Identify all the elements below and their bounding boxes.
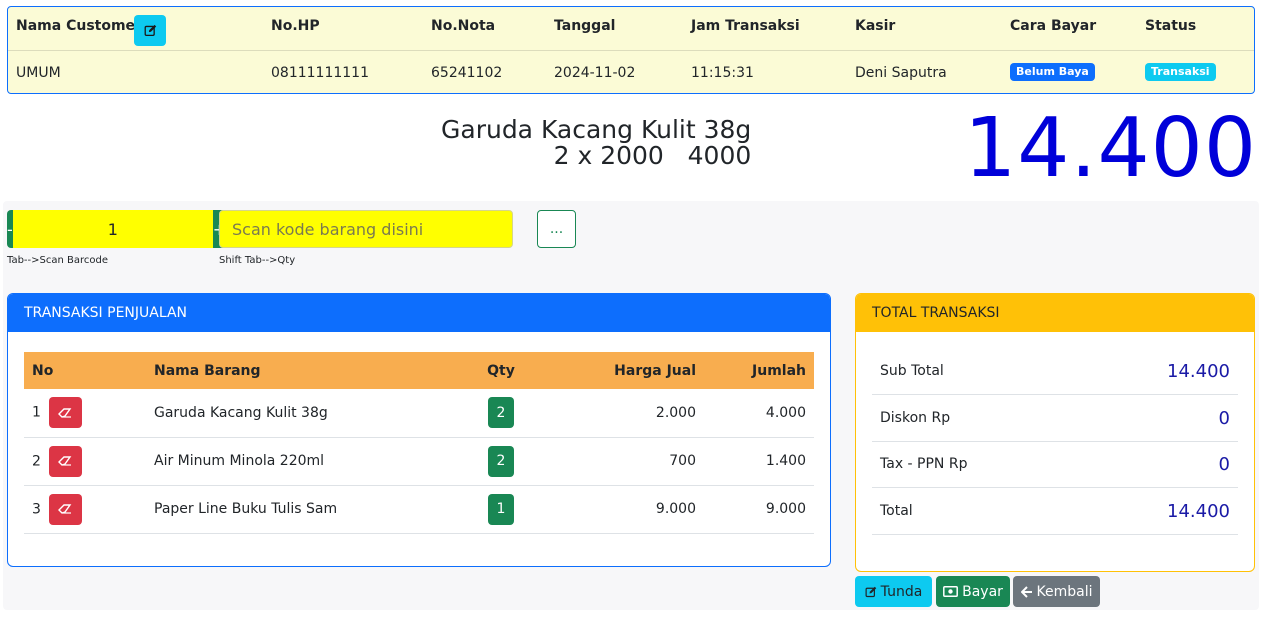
scan-hint: Shift Tab-->Qty: [219, 255, 296, 266]
col-jam: Jam Transaksi: [691, 18, 800, 34]
edit-customer-button[interactable]: [134, 15, 166, 46]
row-no-cell: 2: [24, 437, 146, 486]
item-price: 2.000: [536, 389, 704, 438]
row-no-cell: 3: [24, 485, 146, 534]
jam-value: 11:15:31: [691, 65, 754, 81]
items-table: No Nama Barang Qty Harga Jual Jumlah 1 G…: [24, 352, 814, 534]
subtotal-value: 14.400: [1167, 360, 1230, 382]
col-cara-bayar: Cara Bayar: [1010, 18, 1097, 34]
col-nota: No.Nota: [431, 18, 496, 34]
qty-cell: 2: [466, 437, 536, 486]
customer-value: UMUM: [16, 65, 61, 81]
last-item-display: Garuda Kacang Kulit 38g 2 x 2000 4000: [441, 117, 751, 169]
quantity-stepper: - +: [7, 210, 227, 248]
money-bill-icon: [943, 586, 959, 597]
total-row: Total 14.400: [872, 488, 1238, 535]
col-jumlah: Jumlah: [704, 352, 814, 389]
item-name: Air Minum Minola 220ml: [146, 437, 466, 486]
last-item-calc: 2 x 2000 4000: [553, 141, 752, 170]
tunda-button[interactable]: Tunda: [855, 576, 932, 607]
barcode-scan-input[interactable]: [219, 210, 513, 248]
col-no: No: [24, 352, 146, 389]
grand-total-display: 14.400: [964, 101, 1257, 196]
item-qty-button[interactable]: 2: [488, 397, 514, 429]
tax-label: Tax - PPN Rp: [880, 456, 968, 472]
tunda-label: Tunda: [880, 583, 923, 600]
eraser-icon: [58, 456, 72, 466]
table-row: 2 Air Minum Minola 220ml 2 700 1.400: [24, 437, 814, 486]
item-qty-button[interactable]: 2: [488, 445, 514, 477]
sales-card-title: TRANSAKSI PENJUALAN: [8, 294, 830, 332]
qty-cell: 2: [466, 389, 536, 438]
eraser-icon: [58, 504, 72, 514]
kembali-label: Kembali: [1036, 583, 1093, 600]
kembali-button[interactable]: Kembali: [1013, 576, 1100, 607]
status-wrap: Transaksi: [1145, 63, 1216, 81]
col-tanggal: Tanggal: [554, 18, 616, 34]
row-no: 3: [32, 501, 41, 517]
bayar-button[interactable]: Bayar: [936, 576, 1010, 607]
items-header-row: No Nama Barang Qty Harga Jual Jumlah: [24, 352, 814, 389]
delete-item-button[interactable]: [48, 493, 82, 525]
item-name: Paper Line Buku Tulis Sam: [146, 485, 466, 534]
payment-method-wrap: Belum Baya: [1010, 63, 1095, 81]
col-hp: No.HP: [271, 18, 320, 34]
totals-card-title: TOTAL TRANSAKSI: [856, 294, 1254, 332]
item-name: Garuda Kacang Kulit 38g: [146, 389, 466, 438]
transaction-info-table: Nama Customer No.HP No.Nota Tanggal Jam …: [7, 6, 1255, 94]
payment-status-badge: Belum Baya: [1010, 63, 1095, 81]
eraser-icon: [58, 408, 72, 418]
tax-row: Tax - PPN Rp 0: [872, 441, 1238, 488]
discount-label: Diskon Rp: [880, 410, 951, 426]
info-value-row: UMUM 08111111111 65241102 2024-11-02 11:…: [8, 51, 1254, 93]
info-header-row: Nama Customer No.HP No.Nota Tanggal Jam …: [8, 7, 1254, 51]
row-no: 1: [32, 404, 41, 421]
col-status: Status: [1145, 18, 1197, 34]
delete-item-button[interactable]: [48, 397, 82, 429]
item-amount: 4.000: [704, 389, 814, 438]
item-price: 9.000: [536, 485, 704, 534]
col-harga-jual: Harga Jual: [536, 352, 704, 389]
browse-items-button[interactable]: ...: [537, 210, 576, 248]
item-price: 700: [536, 437, 704, 486]
totals-card: TOTAL TRANSAKSI Sub Total 14.400 Diskon …: [855, 293, 1255, 572]
subtotal-row: Sub Total 14.400: [872, 348, 1238, 395]
total-value: 14.400: [1167, 500, 1230, 522]
item-qty-button[interactable]: 1: [488, 493, 514, 525]
item-amount: 1.400: [704, 437, 814, 486]
table-row: 3 Paper Line Buku Tulis Sam 1 9.000 9.00…: [24, 485, 814, 534]
qty-cell: 1: [466, 485, 536, 534]
pencil-square-icon: [144, 24, 156, 37]
transaction-status-badge: Transaksi: [1145, 63, 1216, 81]
col-nama-barang: Nama Barang: [146, 352, 466, 389]
table-row: 1 Garuda Kacang Kulit 38g 2 2.000 4.000: [24, 389, 814, 438]
subtotal-label: Sub Total: [880, 363, 944, 379]
bayar-label: Bayar: [962, 583, 1003, 600]
qty-hint: Tab-->Scan Barcode: [7, 255, 109, 266]
qty-input[interactable]: [12, 210, 213, 248]
col-qty: Qty: [466, 352, 536, 389]
hp-value: 08111111111: [271, 65, 369, 81]
arrow-left-icon: [1020, 585, 1032, 598]
discount-value: 0: [1218, 407, 1230, 429]
col-kasir: Kasir: [855, 18, 896, 34]
kasir-value: Deni Saputra: [855, 65, 947, 81]
item-amount: 9.000: [704, 485, 814, 534]
nota-value: 65241102: [431, 65, 503, 81]
col-customer: Nama Customer: [16, 18, 142, 34]
total-label: Total: [880, 503, 913, 519]
delete-item-button[interactable]: [48, 445, 82, 477]
pencil-square-icon: [865, 586, 876, 597]
tax-value: 0: [1218, 453, 1230, 475]
row-no: 2: [32, 453, 41, 469]
row-no-cell: 1: [24, 389, 146, 438]
discount-row: Diskon Rp 0: [872, 395, 1238, 442]
sales-card: TRANSAKSI PENJUALAN No Nama Barang Qty H…: [7, 293, 831, 567]
tanggal-value: 2024-11-02: [554, 65, 636, 81]
last-item-name: Garuda Kacang Kulit 38g: [441, 115, 752, 144]
